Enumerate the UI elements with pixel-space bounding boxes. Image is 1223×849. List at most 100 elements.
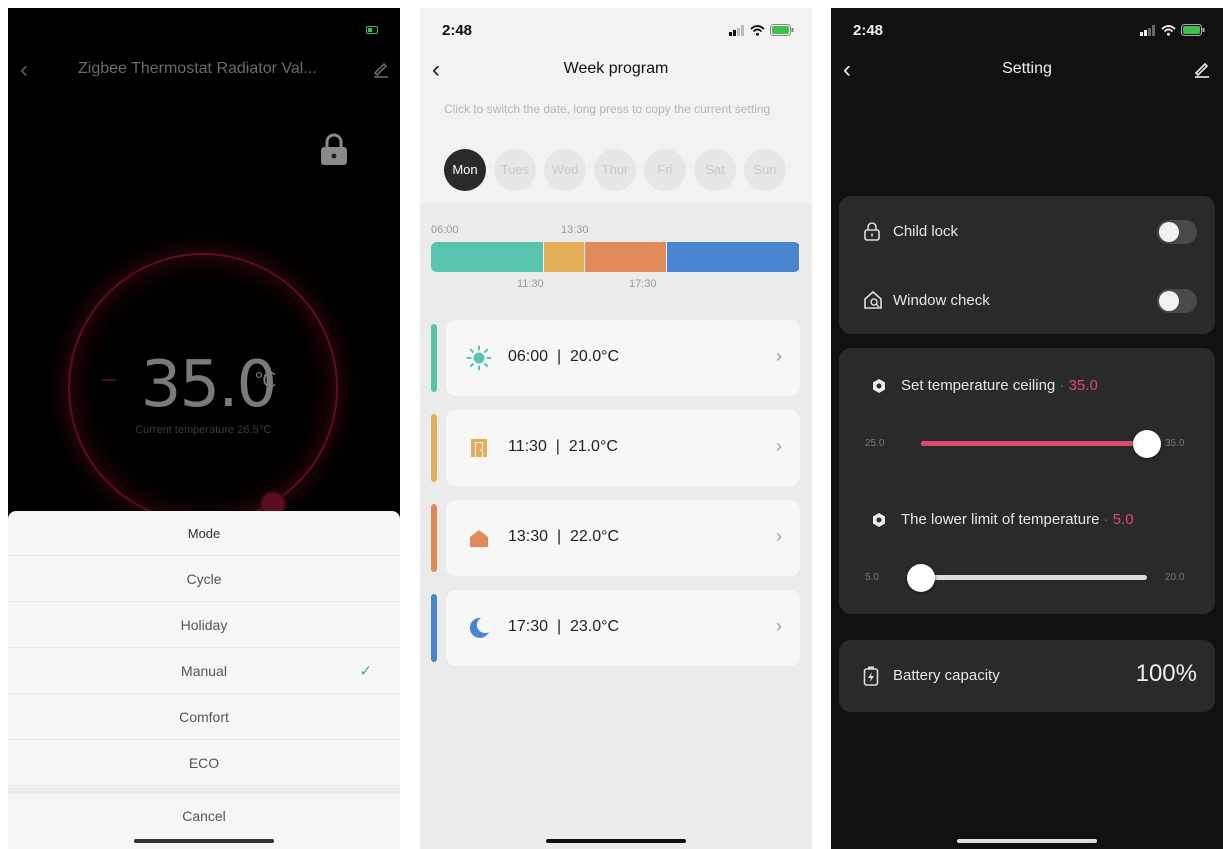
sun-icon: [466, 345, 492, 371]
lower-limit-value: 5.0: [1112, 511, 1134, 528]
day-tues[interactable]: Tues: [494, 149, 536, 191]
lock-icon: [863, 221, 881, 246]
slot-accent: [431, 504, 437, 572]
mode-option-label: Manual: [181, 663, 227, 679]
home-icon: [466, 525, 492, 551]
timeline-label: 13:30: [561, 224, 589, 236]
slot-time: 13:30: [508, 528, 549, 545]
signal-icon: [1140, 24, 1155, 36]
timeline-label: 11:30: [517, 278, 544, 290]
slot-accent: [431, 414, 437, 482]
back-button[interactable]: ‹: [20, 58, 28, 82]
lower-limit-min: 5.0: [865, 572, 879, 583]
temperature-unit: ℃: [254, 370, 277, 392]
battery-card: Battery capacity 100%: [839, 640, 1215, 712]
mode-option-eco[interactable]: ECO: [8, 741, 400, 786]
timeline-label: 06:00: [431, 224, 459, 236]
child-lock-toggle[interactable]: [1157, 220, 1197, 244]
dial-tick: [102, 379, 116, 381]
schedule-slot[interactable]: 11:30 | 21.0°C ›: [446, 410, 800, 486]
slot-temp: 22.0°C: [569, 528, 620, 545]
page-title: Week program: [563, 60, 669, 77]
day-wed[interactable]: Wed: [544, 149, 586, 191]
status-icons: [1140, 24, 1205, 36]
cancel-button[interactable]: Cancel: [8, 794, 400, 839]
battery-charge-icon: [863, 666, 879, 691]
timeline-segment: [584, 242, 667, 272]
slot-text: 11:30 | 21.0°C: [508, 438, 618, 456]
temperature-limits-card: Set temperature ceiling · 35.0 25.0 35.0…: [839, 348, 1215, 614]
ceiling-slider-track[interactable]: [921, 441, 1147, 446]
slot-text: 06:00 | 20.0°C: [508, 348, 619, 366]
child-lock-label: Child lock: [893, 223, 959, 240]
current-temperature: Current temperature 26.5℃: [135, 424, 271, 436]
separator-dot: ·: [1059, 377, 1065, 394]
chevron-right-icon: ›: [776, 346, 782, 366]
ceiling-max: 35.0: [1165, 438, 1185, 449]
battery-label: Battery capacity: [893, 667, 1000, 684]
page-title: Setting: [1002, 60, 1052, 77]
home-indicator: [134, 839, 274, 843]
door-exit-icon: [466, 435, 492, 461]
battery-value: 100%: [1135, 660, 1197, 687]
window-check-toggle[interactable]: [1157, 289, 1197, 313]
timeline-bar[interactable]: [431, 242, 800, 272]
lower-limit-slider-track[interactable]: [921, 575, 1147, 580]
week-program-screen: 2:48 ‹ Week program Click to switch the …: [420, 8, 812, 849]
battery-icon: [770, 24, 794, 36]
mode-option-holiday[interactable]: Holiday: [8, 603, 400, 648]
wifi-icon: [750, 24, 765, 36]
edit-icon[interactable]: [1193, 60, 1211, 83]
lower-limit-max: 20.0: [1165, 572, 1185, 583]
day-mon[interactable]: Mon: [444, 149, 486, 191]
mode-option-cycle[interactable]: Cycle: [8, 557, 400, 602]
chevron-right-icon: ›: [776, 526, 782, 546]
home-indicator: [957, 839, 1097, 843]
timeline-segment: [666, 242, 800, 272]
toggles-card: Child lock Window check: [839, 196, 1215, 334]
chevron-right-icon: ›: [776, 616, 782, 636]
slot-accent: [431, 324, 437, 392]
hexagon-icon: [873, 513, 885, 527]
window-home-icon: [863, 290, 883, 315]
slot-text: 13:30 | 22.0°C: [508, 528, 619, 546]
wifi-icon: [1161, 24, 1176, 36]
lower-limit-label-row: The lower limit of temperature · 5.0: [901, 511, 1134, 528]
day-fri[interactable]: Fri: [644, 149, 686, 191]
schedule-slot[interactable]: 17:30 | 23.0°C ›: [446, 590, 800, 666]
mode-sheet: Mode Cycle Holiday Manual ✓ Comfort ECO …: [8, 511, 400, 849]
slot-separator: |: [555, 438, 560, 455]
lock-icon[interactable]: [318, 132, 350, 171]
slot-time: 06:00: [508, 348, 549, 365]
slot-temp: 20.0°C: [569, 348, 620, 365]
thermostat-screen: ‹ Zigbee Thermostat Radiator Val... 35.0…: [8, 8, 400, 849]
ceiling-slider-thumb[interactable]: [1133, 430, 1161, 458]
day-sun[interactable]: Sun: [744, 149, 786, 191]
separator-dot: ·: [1103, 511, 1109, 528]
battery-icon: [366, 26, 378, 34]
device-title: Zigbee Thermostat Radiator Val...: [78, 60, 317, 77]
check-icon: ✓: [359, 663, 372, 680]
timeline-segment: [543, 242, 585, 272]
slot-text: 17:30 | 23.0°C: [508, 618, 619, 636]
mode-sheet-header: Mode: [8, 511, 400, 556]
ceiling-slider-fill: [921, 441, 1147, 446]
edit-icon[interactable]: [372, 60, 390, 83]
settings-screen: 2:48 ‹ Setting Child lock Window check S…: [831, 8, 1223, 849]
schedule-slot[interactable]: 13:30 | 22.0°C ›: [446, 500, 800, 576]
slot-separator: |: [556, 348, 562, 365]
sheet-divider: [8, 787, 400, 794]
ceiling-min: 25.0: [865, 438, 885, 449]
hint-text: Click to switch the date, long press to …: [444, 102, 771, 116]
mode-option-comfort[interactable]: Comfort: [8, 695, 400, 740]
day-thur[interactable]: Thur: [594, 149, 636, 191]
day-sat[interactable]: Sat: [694, 149, 736, 191]
battery-icon: [1181, 24, 1205, 36]
slot-time: 11:30: [508, 438, 547, 455]
slot-temp: 23.0°C: [569, 618, 620, 635]
schedule-slot[interactable]: 06:00 | 20.0°C ›: [446, 320, 800, 396]
lower-limit-label: The lower limit of temperature: [901, 511, 1100, 528]
mode-option-manual[interactable]: Manual ✓: [8, 649, 400, 694]
lower-limit-slider-thumb[interactable]: [907, 564, 935, 592]
status-icons: [729, 24, 794, 36]
